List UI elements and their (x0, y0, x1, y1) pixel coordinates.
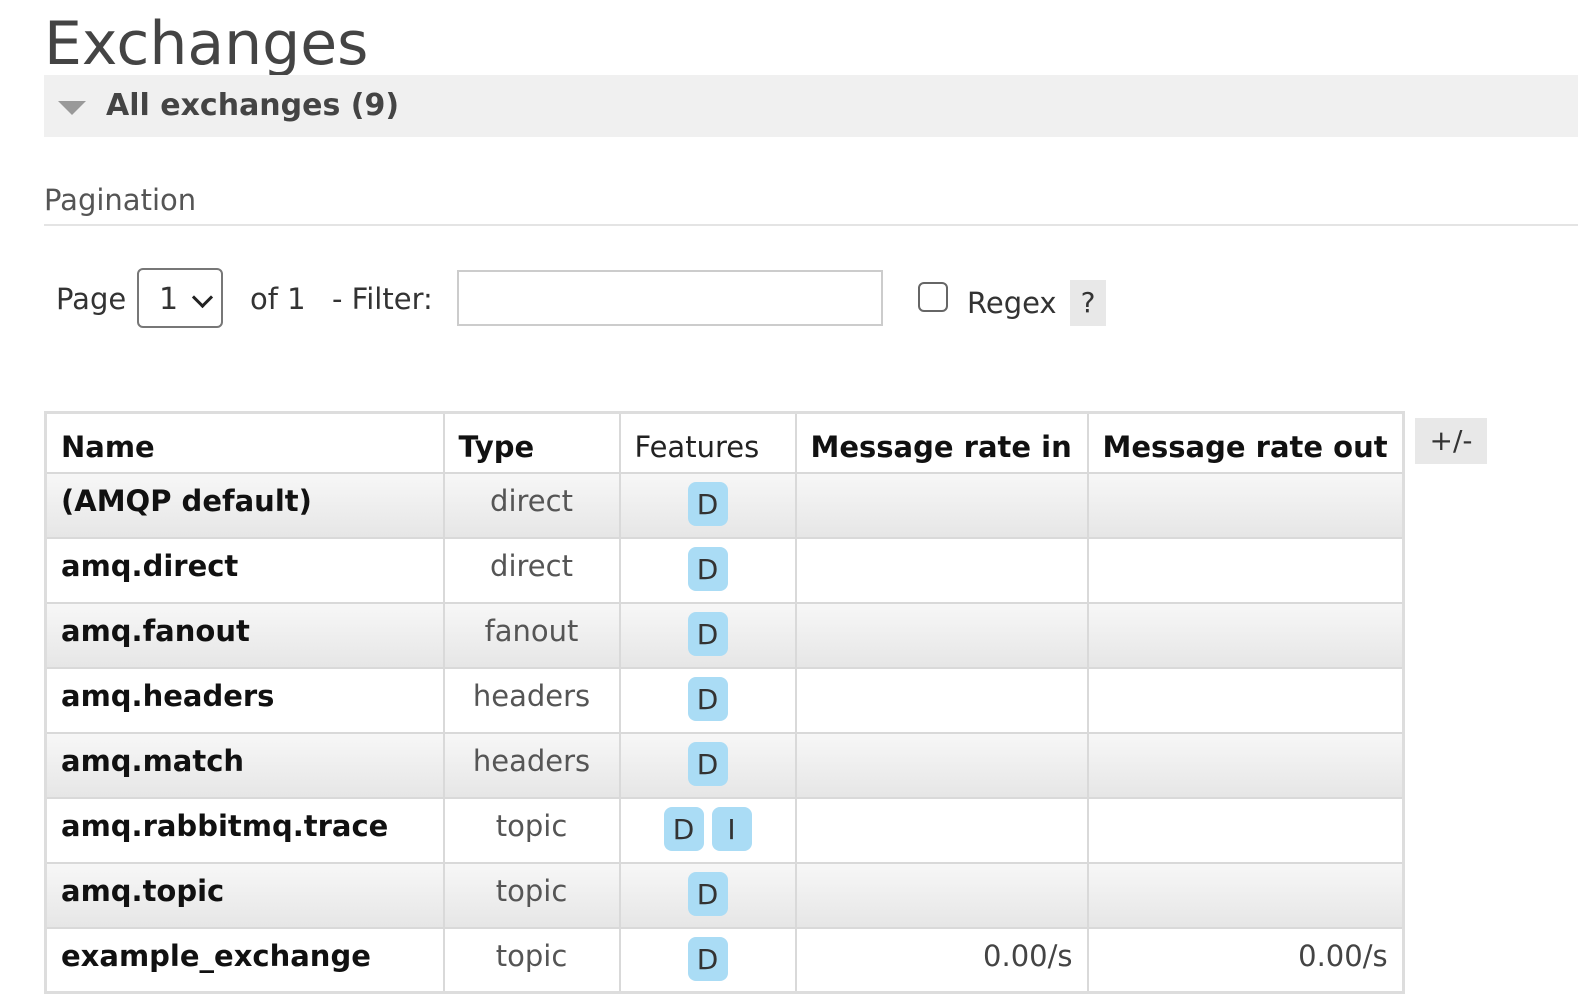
exchange-name-link[interactable]: amq.topic (44, 861, 445, 929)
exchange-type: topic (442, 861, 621, 929)
chevron-down-icon (191, 286, 214, 309)
filter-input[interactable] (457, 270, 883, 326)
message-rate-in (794, 796, 1089, 864)
column-header-rate-out[interactable]: Message rate out (1086, 411, 1405, 474)
all-exchanges-section-toggle[interactable]: All exchanges (9) (44, 75, 1578, 137)
message-rate-out (1086, 601, 1405, 669)
exchange-name-link[interactable]: amq.fanout (44, 601, 445, 669)
triangle-down-icon (58, 101, 86, 115)
message-rate-in (794, 861, 1089, 929)
filter-label: - Filter: (332, 282, 433, 316)
regex-help-button[interactable]: ? (1070, 280, 1106, 326)
message-rate-out (1086, 536, 1405, 604)
exchange-features: D (618, 731, 797, 799)
message-rate-out (1086, 471, 1405, 539)
durable-badge: D (687, 936, 728, 981)
durable-badge: D (687, 481, 728, 526)
table-row: amq.headers headers D (44, 666, 1405, 734)
exchange-features: DI (618, 796, 797, 864)
message-rate-out (1086, 796, 1405, 864)
durable-badge: D (687, 611, 728, 656)
exchange-name-link[interactable]: amq.match (44, 731, 445, 799)
column-header-type[interactable]: Type (442, 411, 621, 474)
exchange-type: topic (442, 926, 621, 994)
durable-badge: D (687, 676, 728, 721)
page-select-value: 1 (159, 282, 179, 317)
exchange-type: fanout (442, 601, 621, 669)
column-header-name[interactable]: Name (44, 411, 445, 474)
regex-checkbox[interactable] (918, 282, 948, 312)
exchange-features: D (618, 536, 797, 604)
exchange-type: topic (442, 796, 621, 864)
exchange-features: D (618, 666, 797, 734)
message-rate-out (1086, 666, 1405, 734)
message-rate-in (794, 666, 1089, 734)
durable-badge: D (687, 741, 728, 786)
section-title: All exchanges (9) (106, 88, 400, 123)
message-rate-in: 0.00/s (794, 926, 1089, 994)
exchange-features: D (618, 601, 797, 669)
table-row: amq.direct direct D (44, 536, 1405, 604)
exchange-name-link[interactable]: amq.direct (44, 536, 445, 604)
table-header-row: Name Type Features Message rate in Messa… (44, 411, 1405, 474)
message-rate-in (794, 536, 1089, 604)
exchange-type: headers (442, 731, 621, 799)
table-row: (AMQP default) direct D (44, 471, 1405, 539)
page-count-label: of 1 (250, 282, 306, 316)
exchange-type: direct (442, 471, 621, 539)
message-rate-out (1086, 731, 1405, 799)
table-row: amq.rabbitmq.trace topic D I (44, 796, 1405, 864)
exchange-type: direct (442, 536, 621, 604)
table-row: example_exchange topic D 0.00/s 0.00/s (44, 926, 1405, 994)
exchange-name-link[interactable]: example_exchange (44, 926, 445, 994)
exchange-name-link[interactable]: amq.headers (44, 666, 445, 734)
page-select[interactable]: 1 (137, 268, 223, 328)
table-row: amq.fanout fanout D (44, 601, 1405, 669)
message-rate-in (794, 601, 1089, 669)
durable-badge: D (663, 806, 704, 851)
message-rate-out (1086, 861, 1405, 929)
column-header-rate-in[interactable]: Message rate in (794, 411, 1089, 474)
message-rate-in (794, 731, 1089, 799)
exchange-name-link[interactable]: amq.rabbitmq.trace (44, 796, 445, 864)
pagination-heading[interactable]: Pagination (44, 180, 1578, 226)
exchange-name-link[interactable]: (AMQP default) (44, 471, 445, 539)
message-rate-out: 0.00/s (1086, 926, 1405, 994)
table-row: amq.match headers D (44, 731, 1405, 799)
exchange-features: D (618, 861, 797, 929)
table-row: amq.topic topic D (44, 861, 1405, 929)
page-label: Page (56, 282, 127, 316)
regex-label: Regex (967, 286, 1057, 320)
exchange-type: headers (442, 666, 621, 734)
column-header-features: Features (618, 411, 797, 474)
durable-badge: D (687, 871, 728, 916)
message-rate-in (794, 471, 1089, 539)
toggle-columns-button[interactable]: +/- (1415, 418, 1487, 464)
exchanges-table: Name Type Features Message rate in Messa… (44, 411, 1405, 994)
exchange-features: D (618, 471, 797, 539)
exchange-features: D (618, 926, 797, 994)
durable-badge: D (687, 546, 728, 591)
internal-badge: I (711, 806, 752, 851)
page-title: Exchanges (44, 9, 369, 79)
